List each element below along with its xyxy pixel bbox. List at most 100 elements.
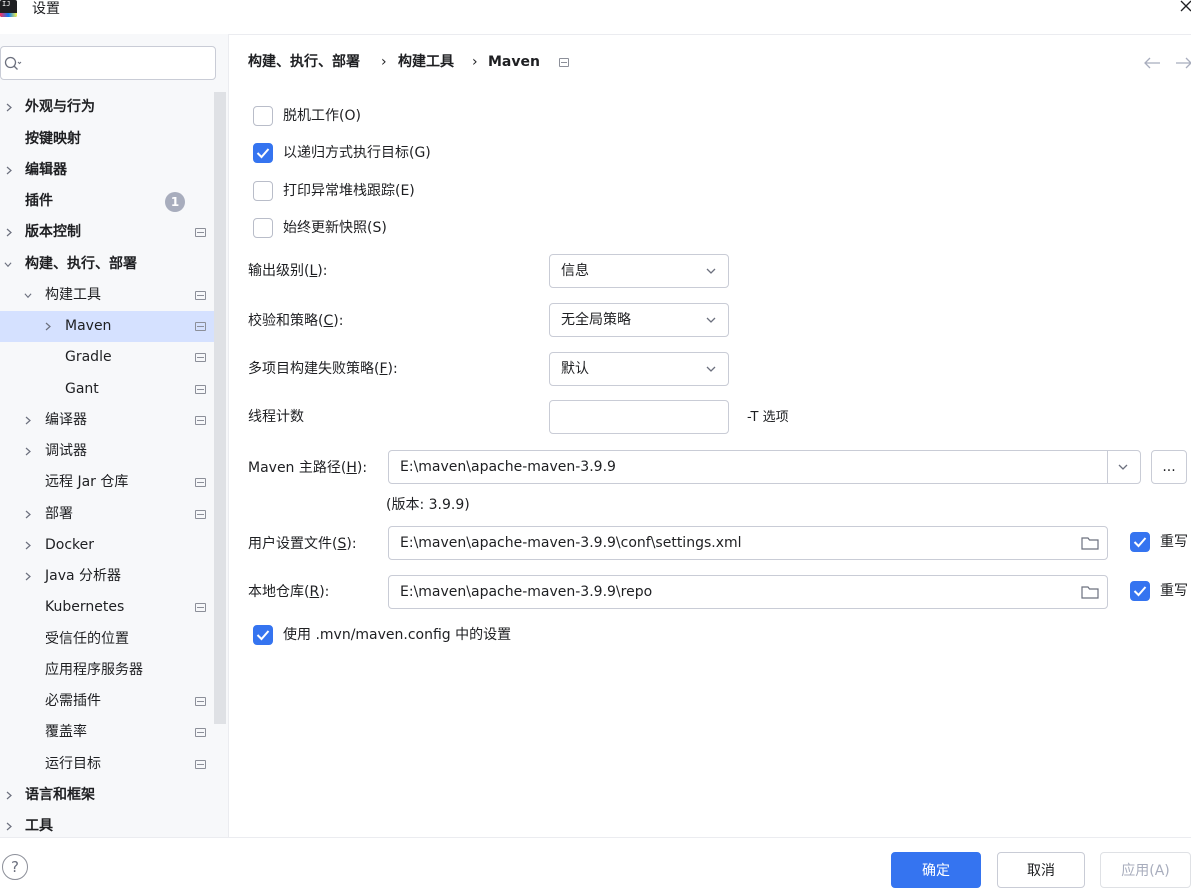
sidebar-item-label: 运行目标 bbox=[45, 756, 101, 772]
checksum-policy-select[interactable]: 无全局策略 bbox=[549, 303, 729, 337]
breadcrumb-item[interactable]: 构建、执行、部署 bbox=[248, 52, 360, 72]
breadcrumb-item[interactable]: 构建工具 bbox=[398, 52, 454, 72]
failure-policy-value: 默认 bbox=[561, 361, 589, 377]
page-title: Maven bbox=[488, 54, 540, 70]
offline-checkbox[interactable] bbox=[253, 106, 273, 126]
sidebar-item-java-profiler[interactable]: Java 分析器 bbox=[0, 561, 212, 592]
chevron-right-icon[interactable] bbox=[5, 822, 13, 831]
cancel-button[interactable]: 取消 bbox=[997, 852, 1085, 888]
sidebar-item-appearance[interactable]: 外观与行为 bbox=[0, 92, 212, 123]
sidebar-item-coverage[interactable]: 覆盖率 bbox=[0, 717, 212, 748]
project-level-icon bbox=[195, 603, 206, 612]
sidebar-item-label: 插件 bbox=[25, 193, 53, 209]
sidebar-item-plugins[interactable]: 插件 1 bbox=[0, 186, 212, 217]
breadcrumb-separator: › bbox=[472, 54, 478, 70]
recursive-checkbox[interactable] bbox=[253, 143, 273, 163]
chevron-right-icon[interactable] bbox=[5, 791, 13, 800]
failure-policy-label: 多项目构建失败策略(F): bbox=[248, 361, 398, 377]
sidebar-item-compiler[interactable]: 编译器 bbox=[0, 405, 212, 436]
folder-icon[interactable] bbox=[1081, 536, 1099, 550]
sidebar-item-run-targets[interactable]: 运行目标 bbox=[0, 749, 212, 780]
use-maven-config-checkbox[interactable] bbox=[253, 625, 273, 645]
sidebar-item-languages-frameworks[interactable]: 语言和框架 bbox=[0, 780, 212, 811]
failure-policy-select[interactable]: 默认 bbox=[549, 352, 729, 386]
maven-home-label: Maven 主路径(H): bbox=[248, 460, 368, 476]
sidebar-item-remote-jar-repos[interactable]: 远程 Jar 仓库 bbox=[0, 467, 212, 498]
chevron-right-icon[interactable] bbox=[5, 166, 13, 175]
chevron-right-icon[interactable] bbox=[24, 510, 32, 519]
sidebar-item-label: Gant bbox=[65, 381, 99, 397]
chevron-down-icon[interactable] bbox=[4, 260, 12, 269]
sidebar-item-gradle[interactable]: Gradle bbox=[0, 342, 212, 373]
sidebar-item-kubernetes[interactable]: Kubernetes bbox=[0, 592, 212, 623]
sidebar-item-deployment[interactable]: 部署 bbox=[0, 499, 212, 530]
apply-button[interactable]: 应用(A) bbox=[1100, 852, 1191, 888]
override-user-settings-checkbox[interactable] bbox=[1130, 532, 1150, 552]
checksum-policy-value: 无全局策略 bbox=[561, 312, 631, 328]
sidebar-item-maven[interactable]: Maven bbox=[0, 311, 214, 342]
local-repo-input[interactable]: E:\maven\apache-maven-3.9.9\repo bbox=[388, 575, 1108, 609]
maven-home-value: E:\maven\apache-maven-3.9.9 bbox=[400, 459, 616, 475]
sidebar-item-editor[interactable]: 编辑器 bbox=[0, 155, 212, 186]
sidebar-item-build-tools[interactable]: 构建工具 bbox=[0, 280, 212, 311]
chevron-right-icon[interactable] bbox=[24, 572, 32, 581]
sidebar-item-label: 编译器 bbox=[45, 412, 87, 428]
sidebar-item-label: 必需插件 bbox=[45, 693, 101, 709]
chevron-right-icon[interactable] bbox=[24, 541, 32, 550]
maven-home-browse-button[interactable]: ... bbox=[1151, 450, 1187, 484]
settings-search-input[interactable] bbox=[0, 46, 216, 80]
sidebar-item-application-servers[interactable]: 应用程序服务器 bbox=[0, 655, 212, 686]
sidebar-item-label: 应用程序服务器 bbox=[45, 662, 143, 678]
print-stack-trace-checkbox[interactable] bbox=[253, 181, 273, 201]
forward-arrow-icon[interactable] bbox=[1174, 56, 1191, 70]
update-snapshots-checkbox[interactable] bbox=[253, 218, 273, 238]
chevron-down-icon[interactable] bbox=[24, 291, 32, 300]
sidebar-scrollbar[interactable] bbox=[214, 92, 226, 724]
project-level-icon bbox=[195, 697, 206, 706]
sidebar-item-build-execution-deployment[interactable]: 构建、执行、部署 bbox=[0, 249, 212, 280]
user-settings-input[interactable]: E:\maven\apache-maven-3.9.9\conf\setting… bbox=[388, 526, 1108, 560]
local-repo-value: E:\maven\apache-maven-3.9.9\repo bbox=[400, 584, 653, 600]
breadcrumb-separator: › bbox=[381, 54, 387, 70]
sidebar-item-trusted-locations[interactable]: 受信任的位置 bbox=[0, 624, 212, 655]
project-level-icon bbox=[195, 385, 206, 394]
project-level-icon bbox=[195, 322, 206, 331]
chevron-right-icon[interactable] bbox=[5, 228, 13, 237]
chevron-right-icon[interactable] bbox=[24, 447, 32, 456]
help-button[interactable]: ? bbox=[2, 854, 28, 880]
search-icon[interactable] bbox=[4, 56, 22, 72]
folder-icon[interactable] bbox=[1081, 585, 1099, 599]
thread-count-hint: -T 选项 bbox=[747, 410, 789, 425]
sidebar-item-label: 远程 Jar 仓库 bbox=[45, 474, 129, 490]
maven-home-combobox[interactable]: E:\maven\apache-maven-3.9.9 bbox=[388, 450, 1141, 484]
thread-count-label: 线程计数 bbox=[248, 409, 304, 425]
recursive-label: 以递归方式执行目标(G) bbox=[283, 145, 431, 161]
thread-count-input[interactable] bbox=[549, 400, 729, 434]
sidebar-item-docker[interactable]: Docker bbox=[0, 530, 212, 561]
override-local-repo-checkbox[interactable] bbox=[1130, 581, 1150, 601]
project-level-icon bbox=[559, 58, 569, 67]
back-arrow-icon[interactable] bbox=[1142, 56, 1162, 70]
sidebar-item-version-control[interactable]: 版本控制 bbox=[0, 217, 212, 248]
checkmark-icon bbox=[256, 148, 270, 159]
sidebar-item-label: 编辑器 bbox=[25, 162, 67, 178]
output-level-select[interactable]: 信息 bbox=[549, 254, 729, 288]
chevron-right-icon[interactable] bbox=[24, 416, 32, 425]
sidebar-item-gant[interactable]: Gant bbox=[0, 374, 212, 405]
title-bar bbox=[0, 0, 1191, 35]
sidebar-item-label: 调试器 bbox=[45, 443, 87, 459]
chevron-right-icon[interactable] bbox=[5, 103, 13, 112]
sidebar-item-required-plugins[interactable]: 必需插件 bbox=[0, 686, 212, 717]
project-level-icon bbox=[195, 478, 206, 487]
ok-button[interactable]: 确定 bbox=[891, 852, 981, 888]
chevron-right-icon[interactable] bbox=[44, 322, 52, 331]
sidebar-item-label: 按键映射 bbox=[25, 131, 81, 147]
chevron-down-icon[interactable] bbox=[1118, 463, 1128, 471]
sidebar-item-keymap[interactable]: 按键映射 bbox=[0, 124, 212, 155]
close-icon[interactable] bbox=[1178, 0, 1191, 14]
sidebar-item-debugger[interactable]: 调试器 bbox=[0, 436, 212, 467]
chevron-down-icon bbox=[706, 268, 716, 274]
output-level-label: 输出级别(L): bbox=[248, 263, 328, 279]
print-stack-trace-label: 打印异常堆栈跟踪(E) bbox=[283, 183, 415, 199]
window-title: 设置 bbox=[32, 1, 60, 17]
